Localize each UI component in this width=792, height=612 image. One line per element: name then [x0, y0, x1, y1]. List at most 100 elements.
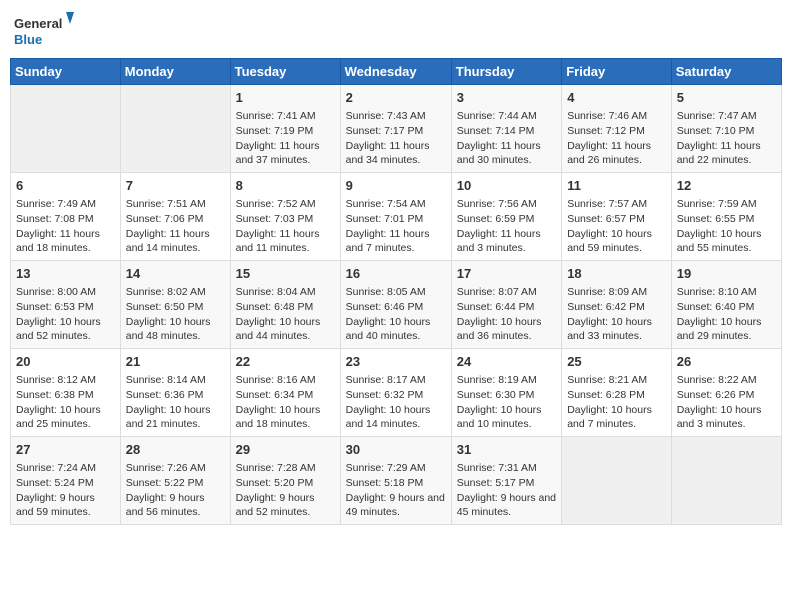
day-number: 23: [346, 353, 446, 371]
day-number: 21: [126, 353, 225, 371]
day-number: 12: [677, 177, 776, 195]
calendar-day-cell: 16 Sunrise: 8:05 AM Sunset: 6:46 PM Dayli…: [340, 261, 451, 349]
day-number: 28: [126, 441, 225, 459]
day-number: 19: [677, 265, 776, 283]
day-info: Sunrise: 8:04 AM Sunset: 6:48 PM Dayligh…: [236, 285, 335, 344]
calendar-day-cell: [120, 85, 230, 173]
calendar-header-cell: Saturday: [671, 59, 781, 85]
day-number: 17: [457, 265, 556, 283]
calendar-day-cell: 5 Sunrise: 7:47 AM Sunset: 7:10 PM Daylig…: [671, 85, 781, 173]
calendar-week-row: 1 Sunrise: 7:41 AM Sunset: 7:19 PM Daylig…: [11, 85, 782, 173]
calendar-header-row: SundayMondayTuesdayWednesdayThursdayFrid…: [11, 59, 782, 85]
day-info: Sunrise: 7:52 AM Sunset: 7:03 PM Dayligh…: [236, 197, 335, 256]
calendar-day-cell: [671, 437, 781, 525]
day-info: Sunrise: 8:17 AM Sunset: 6:32 PM Dayligh…: [346, 373, 446, 432]
calendar-day-cell: 14Sunrise: 8:02 AM Sunset: 6:50 PM Dayli…: [120, 261, 230, 349]
day-info: Sunrise: 7:28 AM Sunset: 5:20 PM Dayligh…: [236, 461, 335, 520]
calendar-day-cell: 25 Sunrise: 8:21 AM Sunset: 6:28 PM Dayli…: [562, 349, 672, 437]
day-number: 22: [236, 353, 335, 371]
calendar-day-cell: 3Sunrise: 7:44 AM Sunset: 7:14 PM Daylig…: [451, 85, 561, 173]
day-info: Sunrise: 8:12 AM Sunset: 6:38 PM Dayligh…: [16, 373, 115, 432]
day-info: Sunrise: 7:41 AM Sunset: 7:19 PM Dayligh…: [236, 109, 335, 168]
day-info: Sunrise: 8:22 AM Sunset: 6:26 PM Dayligh…: [677, 373, 776, 432]
day-number: 31: [457, 441, 556, 459]
day-info: Sunrise: 8:00 AM Sunset: 6:53 PM Dayligh…: [16, 285, 115, 344]
calendar-day-cell: 10 Sunrise: 7:56 AM Sunset: 6:59 PM Dayli…: [451, 173, 561, 261]
calendar-day-cell: [11, 85, 121, 173]
day-number: 18: [567, 265, 666, 283]
day-number: 16: [346, 265, 446, 283]
day-info: Sunrise: 8:14 AM Sunset: 6:36 PM Dayligh…: [126, 373, 225, 432]
day-number: 5: [677, 89, 776, 107]
calendar-day-cell: 7 Sunrise: 7:51 AM Sunset: 7:06 PM Daylig…: [120, 173, 230, 261]
calendar-header-cell: Tuesday: [230, 59, 340, 85]
day-info: Sunrise: 7:24 AM Sunset: 5:24 PM Dayligh…: [16, 461, 115, 520]
calendar-day-cell: 1 Sunrise: 7:41 AM Sunset: 7:19 PM Daylig…: [230, 85, 340, 173]
calendar-header-cell: Wednesday: [340, 59, 451, 85]
calendar-week-row: 20 Sunrise: 8:12 AM Sunset: 6:38 PM Dayli…: [11, 349, 782, 437]
day-number: 2: [346, 89, 446, 107]
logo-svg: General Blue: [14, 10, 74, 50]
day-info: Sunrise: 7:49 AM Sunset: 7:08 PM Dayligh…: [16, 197, 115, 256]
day-number: 20: [16, 353, 115, 371]
calendar-day-cell: 28 Sunrise: 7:26 AM Sunset: 5:22 PM Dayli…: [120, 437, 230, 525]
day-number: 30: [346, 441, 446, 459]
calendar-header-cell: Friday: [562, 59, 672, 85]
day-info: Sunrise: 7:43 AM Sunset: 7:17 PM Dayligh…: [346, 109, 446, 168]
day-info: Sunrise: 7:54 AM Sunset: 7:01 PM Dayligh…: [346, 197, 446, 256]
day-number: 29: [236, 441, 335, 459]
day-info: Sunrise: 8:16 AM Sunset: 6:34 PM Dayligh…: [236, 373, 335, 432]
day-number: 3: [457, 89, 556, 107]
calendar-day-cell: 6 Sunrise: 7:49 AM Sunset: 7:08 PM Daylig…: [11, 173, 121, 261]
day-info: Sunrise: 8:05 AM Sunset: 6:46 PM Dayligh…: [346, 285, 446, 344]
day-number: 7: [126, 177, 225, 195]
calendar-day-cell: 27 Sunrise: 7:24 AM Sunset: 5:24 PM Dayli…: [11, 437, 121, 525]
day-number: 11: [567, 177, 666, 195]
calendar-day-cell: 9 Sunrise: 7:54 AM Sunset: 7:01 PM Daylig…: [340, 173, 451, 261]
calendar-week-row: 6 Sunrise: 7:49 AM Sunset: 7:08 PM Daylig…: [11, 173, 782, 261]
day-info: Sunrise: 7:31 AM Sunset: 5:17 PM Dayligh…: [457, 461, 556, 520]
day-info: Sunrise: 7:47 AM Sunset: 7:10 PM Dayligh…: [677, 109, 776, 168]
calendar-day-cell: 21 Sunrise: 8:14 AM Sunset: 6:36 PM Dayli…: [120, 349, 230, 437]
day-number: 6: [16, 177, 115, 195]
day-info: Sunrise: 7:59 AM Sunset: 6:55 PM Dayligh…: [677, 197, 776, 256]
calendar-day-cell: 26 Sunrise: 8:22 AM Sunset: 6:26 PM Dayli…: [671, 349, 781, 437]
day-number: 9: [346, 177, 446, 195]
calendar-week-row: 27 Sunrise: 7:24 AM Sunset: 5:24 PM Dayli…: [11, 437, 782, 525]
day-info: Sunrise: 7:57 AM Sunset: 6:57 PM Dayligh…: [567, 197, 666, 256]
day-number: 15: [236, 265, 335, 283]
day-number: 8: [236, 177, 335, 195]
calendar-header-cell: Sunday: [11, 59, 121, 85]
calendar-day-cell: 18 Sunrise: 8:09 AM Sunset: 6:42 PM Dayli…: [562, 261, 672, 349]
day-info: Sunrise: 8:21 AM Sunset: 6:28 PM Dayligh…: [567, 373, 666, 432]
calendar-table: SundayMondayTuesdayWednesdayThursdayFrid…: [10, 58, 782, 525]
calendar-day-cell: [562, 437, 672, 525]
calendar-day-cell: 23 Sunrise: 8:17 AM Sunset: 6:32 PM Dayli…: [340, 349, 451, 437]
calendar-day-cell: 24 Sunrise: 8:19 AM Sunset: 6:30 PM Dayli…: [451, 349, 561, 437]
day-number: 1: [236, 89, 335, 107]
day-info: Sunrise: 8:19 AM Sunset: 6:30 PM Dayligh…: [457, 373, 556, 432]
day-info: Sunrise: 7:26 AM Sunset: 5:22 PM Dayligh…: [126, 461, 225, 520]
calendar-day-cell: 2 Sunrise: 7:43 AM Sunset: 7:17 PM Daylig…: [340, 85, 451, 173]
calendar-day-cell: 20 Sunrise: 8:12 AM Sunset: 6:38 PM Dayli…: [11, 349, 121, 437]
calendar-day-cell: 11 Sunrise: 7:57 AM Sunset: 6:57 PM Dayli…: [562, 173, 672, 261]
day-number: 25: [567, 353, 666, 371]
page-header: General Blue: [10, 10, 782, 50]
day-info: Sunrise: 8:09 AM Sunset: 6:42 PM Dayligh…: [567, 285, 666, 344]
day-info: Sunrise: 7:51 AM Sunset: 7:06 PM Dayligh…: [126, 197, 225, 256]
day-info: Sunrise: 7:56 AM Sunset: 6:59 PM Dayligh…: [457, 197, 556, 256]
day-number: 10: [457, 177, 556, 195]
calendar-day-cell: 13 Sunrise: 8:00 AM Sunset: 6:53 PM Dayli…: [11, 261, 121, 349]
calendar-week-row: 13 Sunrise: 8:00 AM Sunset: 6:53 PM Dayli…: [11, 261, 782, 349]
day-number: 27: [16, 441, 115, 459]
day-number: 26: [677, 353, 776, 371]
calendar-header-cell: Monday: [120, 59, 230, 85]
day-number: 24: [457, 353, 556, 371]
logo: General Blue: [14, 10, 74, 50]
day-number: 13: [16, 265, 115, 283]
day-number: 4: [567, 89, 666, 107]
day-info: Sunrise: 8:10 AM Sunset: 6:40 PM Dayligh…: [677, 285, 776, 344]
calendar-day-cell: 29 Sunrise: 7:28 AM Sunset: 5:20 PM Dayli…: [230, 437, 340, 525]
day-number: 14: [126, 265, 225, 283]
day-info: Sunrise: 7:46 AM Sunset: 7:12 PM Dayligh…: [567, 109, 666, 168]
